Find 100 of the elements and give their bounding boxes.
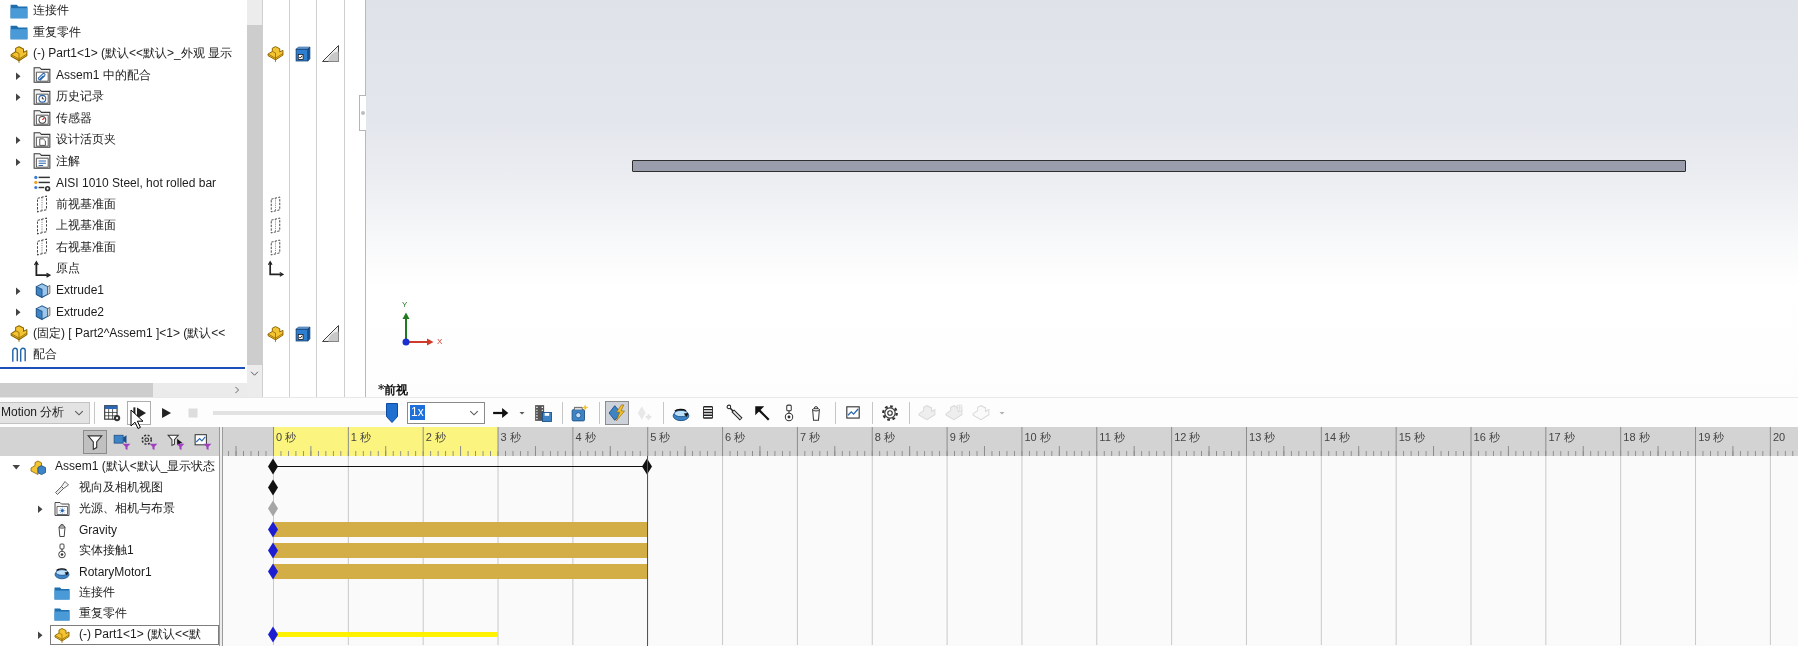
camera-box-icon bbox=[571, 403, 589, 422]
time-label: 20 bbox=[1773, 431, 1786, 444]
time-label: 18 秒 bbox=[1623, 431, 1650, 444]
panel-handle[interactable] bbox=[359, 95, 366, 131]
time-label: 11 秒 bbox=[1099, 431, 1125, 444]
funnel-icon bbox=[86, 432, 104, 451]
timeline-tree-item[interactable]: (-) Part1<1> (默认<<默 bbox=[50, 624, 219, 645]
playback-slider[interactable] bbox=[213, 401, 398, 424]
tree-item[interactable]: 配合 bbox=[10, 345, 57, 365]
paperclip-icon bbox=[10, 345, 28, 364]
tree-item[interactable]: AISI 1010 Steel, hot rolled bar bbox=[33, 173, 217, 193]
triangle-swatch-icon[interactable] bbox=[321, 324, 339, 342]
cube-check-icon[interactable] bbox=[294, 45, 311, 63]
tree-item[interactable]: 历史记录 bbox=[33, 87, 104, 107]
time-ruler[interactable]: 0 秒 1 秒 2 秒 3 秒 4 秒 5 秒 6 秒 7 秒 8 秒 9 秒 10 秒 11 秒 12 秒 13 秒 14 秒 15 秒 16 秒 17 秒 18 秒 19 秒 20 bbox=[223, 427, 1798, 456]
part-outline-icon bbox=[972, 403, 990, 422]
tree-item[interactable]: Assem1 中的配合 bbox=[33, 65, 151, 85]
tree-item[interactable]: 前视基准面 bbox=[33, 194, 116, 214]
material-list-icon bbox=[33, 173, 51, 192]
origin-axes-icon bbox=[33, 259, 51, 278]
timeline-tree-item[interactable]: Assem1 (默认<默认_显示状态 bbox=[26, 456, 217, 477]
timeline-tree-item[interactable]: 实体接触1 bbox=[50, 540, 135, 561]
flashlight-icon bbox=[54, 479, 70, 496]
keyframe-icon[interactable] bbox=[268, 563, 278, 580]
rollback-bar[interactable] bbox=[0, 366, 245, 369]
time-label: 5 秒 bbox=[650, 431, 671, 444]
timeline-tree-item[interactable]: 视向及相机视图 bbox=[50, 477, 164, 498]
tree-item[interactable]: 设计活页夹 bbox=[33, 130, 116, 150]
keyframe-icon[interactable] bbox=[268, 542, 278, 559]
part-icon[interactable] bbox=[267, 45, 284, 63]
timeline-tree-item[interactable]: 连接件 bbox=[50, 582, 116, 603]
time-label: 17 秒 bbox=[1548, 431, 1575, 444]
folder-paperclip-icon bbox=[33, 66, 51, 85]
keyframe-icon[interactable] bbox=[268, 458, 278, 475]
tree-item[interactable]: 注解 bbox=[33, 151, 80, 171]
axis-label: X bbox=[437, 337, 443, 346]
tree-item[interactable]: (-) Part1<1> (默认<<默认>_外观 显示 bbox=[10, 44, 233, 64]
scrollbar-thumb[interactable] bbox=[0, 383, 153, 397]
tree-item[interactable]: Extrude2 bbox=[33, 302, 105, 322]
chevron-down-icon[interactable] bbox=[249, 368, 260, 379]
folder-gauge-icon bbox=[33, 109, 51, 128]
tree-item[interactable]: 上视基准面 bbox=[33, 216, 116, 236]
lightning-diamond-icon bbox=[608, 403, 626, 422]
arrow-up-left-icon bbox=[753, 403, 771, 422]
horizontal-scrollbar[interactable] bbox=[0, 383, 247, 397]
part-icon bbox=[10, 44, 28, 63]
timeline-tree-item[interactable]: Gravity bbox=[50, 519, 118, 540]
folder-clock-icon bbox=[33, 87, 51, 106]
tree-item[interactable]: Extrude1 bbox=[33, 280, 105, 300]
part-icon bbox=[918, 403, 936, 422]
part-icon bbox=[10, 324, 28, 343]
keyframe-icon[interactable] bbox=[268, 626, 278, 643]
gear-funnel-icon bbox=[140, 432, 158, 451]
camera-funnel-icon bbox=[113, 432, 131, 451]
study-type-dropdown[interactable]: Motion 分析 bbox=[0, 401, 90, 424]
time-label: 3 秒 bbox=[500, 431, 521, 444]
time-label: 9 秒 bbox=[949, 431, 970, 444]
end-time-line[interactable] bbox=[647, 456, 649, 646]
axis-label: Y bbox=[402, 300, 408, 309]
graphics-area[interactable]: Y X *前视 bbox=[365, 0, 1798, 397]
cube-check-icon[interactable] bbox=[294, 324, 311, 342]
time-label: 16 秒 bbox=[1473, 431, 1500, 444]
part-icon[interactable] bbox=[267, 324, 284, 342]
time-label: 19 秒 bbox=[1698, 431, 1725, 444]
folder-page-icon bbox=[33, 130, 51, 149]
assembly-icon bbox=[30, 458, 46, 475]
origin-axes-icon[interactable] bbox=[267, 260, 284, 278]
part-grid-icon bbox=[945, 403, 963, 422]
folder-icon bbox=[10, 23, 28, 42]
folder-sun-icon bbox=[54, 500, 70, 517]
cube-icon bbox=[33, 281, 51, 300]
tree-item[interactable]: (固定) [ Part2^Assem1 ]<1> (默认<< bbox=[10, 323, 226, 343]
chart-icon bbox=[844, 403, 862, 422]
gear-icon bbox=[881, 403, 899, 422]
time-label: 1 秒 bbox=[350, 431, 372, 444]
tree-item[interactable]: 重复零件 bbox=[10, 22, 81, 42]
table-gear-icon bbox=[103, 403, 121, 422]
tree-item[interactable]: 连接件 bbox=[10, 1, 69, 21]
time-label: 2 秒 bbox=[425, 431, 446, 444]
timeline-tree-item[interactable]: RotaryMotor1 bbox=[50, 561, 153, 582]
time-label: 6 秒 bbox=[725, 431, 746, 444]
arrow-funnel-icon bbox=[167, 432, 185, 451]
slider-thumb[interactable] bbox=[386, 402, 398, 423]
triangle-swatch-icon[interactable] bbox=[321, 45, 339, 63]
time-label: 14 秒 bbox=[1323, 431, 1351, 444]
damper-icon bbox=[726, 403, 744, 422]
keyframe-icon[interactable] bbox=[268, 479, 278, 496]
filter-button[interactable] bbox=[83, 429, 107, 454]
timeline-tree-item[interactable]: 重复零件 bbox=[50, 603, 128, 624]
tree-item[interactable]: 右视基准面 bbox=[33, 237, 116, 257]
time-label: 4 秒 bbox=[575, 431, 596, 444]
speed-dropdown[interactable]: 1x bbox=[407, 401, 485, 424]
caret-down-icon[interactable] bbox=[10, 462, 20, 471]
tree-item[interactable]: 传感器 bbox=[33, 108, 92, 128]
keyframe-icon[interactable] bbox=[268, 521, 278, 538]
time-label: 13 秒 bbox=[1249, 431, 1276, 444]
chart-funnel-icon bbox=[194, 432, 212, 451]
autokey-button[interactable] bbox=[605, 400, 629, 425]
tree-item[interactable]: 原点 bbox=[33, 259, 80, 279]
timeline-tree-item[interactable]: 光源、相机与布景 bbox=[50, 498, 176, 519]
